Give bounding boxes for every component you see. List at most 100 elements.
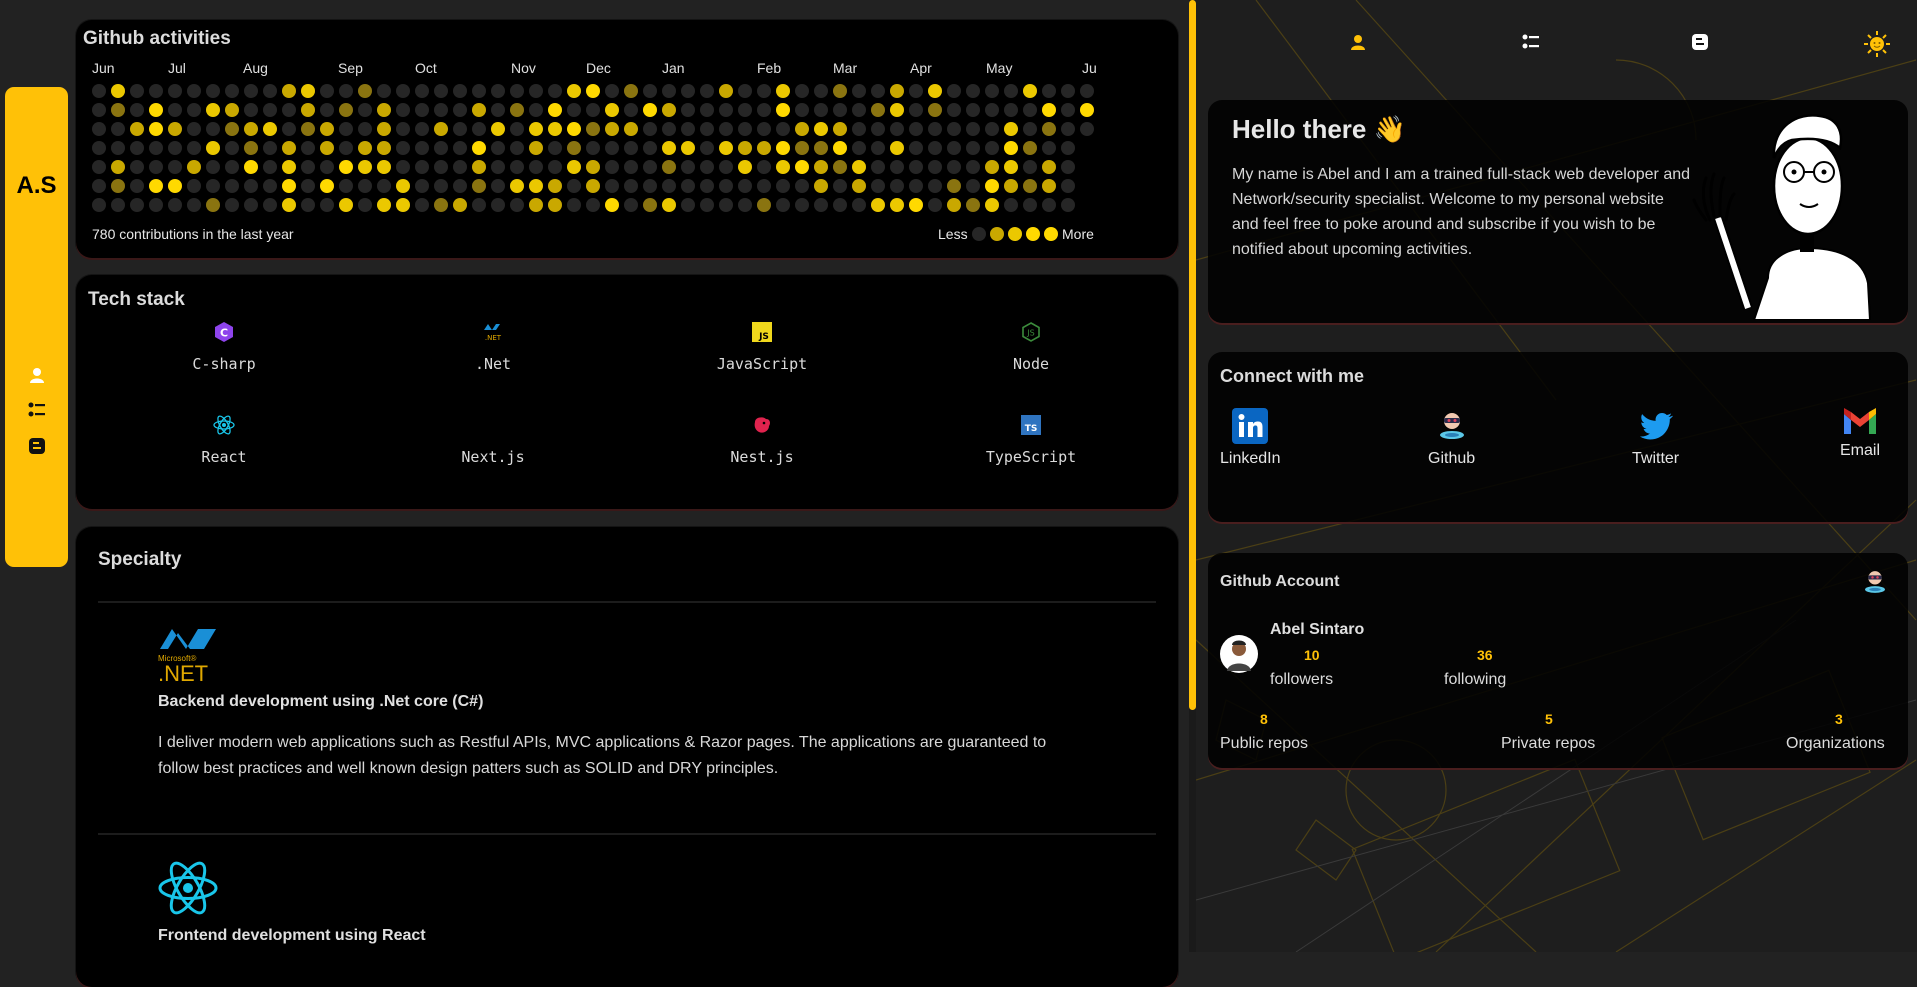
- social-link-github[interactable]: Github: [1428, 408, 1475, 468]
- contribution-day: [244, 198, 258, 212]
- contribution-day: [586, 103, 600, 117]
- contribution-day: [263, 103, 277, 117]
- contribution-day: [681, 84, 695, 98]
- contribution-day: [263, 198, 277, 212]
- contribution-day: [206, 103, 220, 117]
- contribution-day: [320, 103, 334, 117]
- contribution-day: [282, 160, 296, 174]
- contribution-day: [491, 141, 505, 155]
- contribution-day: [92, 103, 106, 117]
- tech-item-dotnet[interactable]: .NET .Net: [393, 319, 593, 373]
- contribution-day: [814, 160, 828, 174]
- sun-icon[interactable]: [1864, 31, 1890, 62]
- contribution-day: [472, 179, 486, 193]
- contribution-day: [225, 122, 239, 136]
- contribution-day: [244, 84, 258, 98]
- github-icon[interactable]: [1860, 567, 1890, 597]
- user-icon[interactable]: [1350, 34, 1366, 55]
- month-label: Feb: [757, 60, 782, 76]
- list-icon[interactable]: [1522, 34, 1540, 55]
- site-logo[interactable]: A.S: [5, 172, 68, 200]
- contribution-day: [1004, 179, 1018, 193]
- social-link-email[interactable]: Email: [1840, 408, 1880, 460]
- contribution-day: [339, 122, 353, 136]
- tech-item-nestjs[interactable]: Nest.js: [662, 412, 862, 466]
- contribution-day: [567, 179, 581, 193]
- contribution-day: [244, 141, 258, 155]
- contribution-day: [814, 141, 828, 155]
- dotnet-logo-text: .NET: [158, 661, 209, 686]
- contribution-day: [966, 179, 980, 193]
- github-username[interactable]: Abel Sintaro: [1270, 621, 1364, 639]
- tech-label: React: [201, 448, 247, 466]
- user-icon[interactable]: [5, 367, 68, 383]
- contribution-day: [491, 84, 505, 98]
- github-account-card: Github Account Abel Sintaro 10 followers…: [1208, 553, 1908, 768]
- contribution-day: [890, 103, 904, 117]
- contribution-day: [320, 122, 334, 136]
- contribution-day: [1042, 179, 1056, 193]
- contribution-day: [453, 84, 467, 98]
- month-label: Nov: [511, 60, 536, 76]
- contribution-day: [529, 160, 543, 174]
- contribution-day: [719, 198, 733, 212]
- contribution-day: [643, 122, 657, 136]
- contribution-day: [453, 103, 467, 117]
- contribution-day: [909, 103, 923, 117]
- contribution-day: [1061, 103, 1075, 117]
- month-label: May: [986, 60, 1013, 76]
- contribution-day: [510, 160, 524, 174]
- contribution-day: [871, 160, 885, 174]
- contribution-day: [624, 103, 638, 117]
- contribution-day: [491, 198, 505, 212]
- contribution-day: [624, 122, 638, 136]
- contribution-day: [662, 141, 676, 155]
- contribution-day: [472, 122, 486, 136]
- contribution-day: [1080, 84, 1094, 98]
- tech-item-nextjs[interactable]: Next.js: [393, 412, 593, 466]
- contribution-day: [966, 84, 980, 98]
- social-link-twitter[interactable]: Twitter: [1632, 408, 1679, 468]
- contribution-day: [909, 122, 923, 136]
- month-label: Jul: [168, 60, 186, 76]
- contribution-day: [738, 84, 752, 98]
- month-label: Ju: [1082, 60, 1097, 76]
- contribution-day: [624, 84, 638, 98]
- legend-dot: [1044, 227, 1058, 241]
- dotnet-icon: .NET: [393, 319, 593, 345]
- tech-item-node[interactable]: JS Node: [931, 319, 1131, 373]
- tech-item-react[interactable]: React: [124, 412, 324, 466]
- blog-icon[interactable]: [5, 438, 68, 454]
- scrollbar-thumb[interactable]: [1189, 0, 1196, 710]
- contribution-day: [871, 84, 885, 98]
- contribution-day: [263, 160, 277, 174]
- contribution-day: [282, 141, 296, 155]
- tech-item-csharp[interactable]: C C-sharp: [124, 319, 324, 373]
- social-link-linkedin[interactable]: LinkedIn: [1220, 408, 1281, 468]
- contribution-day: [757, 103, 771, 117]
- tech-item-typescript[interactable]: TS TypeScript: [931, 412, 1131, 466]
- contribution-day: [947, 122, 961, 136]
- contribution-day: [1023, 122, 1037, 136]
- contribution-day: [1004, 141, 1018, 155]
- contribution-day: [1042, 160, 1056, 174]
- contribution-day: [605, 122, 619, 136]
- contribution-day: [130, 160, 144, 174]
- contribution-day: [586, 160, 600, 174]
- sidebar: A.S: [5, 87, 68, 567]
- list-icon[interactable]: [5, 402, 68, 418]
- tech-item-javascript[interactable]: JS JavaScript: [662, 319, 862, 373]
- contribution-day: [263, 141, 277, 155]
- contribution-day: [472, 160, 486, 174]
- contribution-day: [909, 84, 923, 98]
- contribution-day: [643, 141, 657, 155]
- contribution-day: [149, 160, 163, 174]
- contribution-day: [396, 103, 410, 117]
- contribution-day: [168, 198, 182, 212]
- contribution-day: [301, 122, 315, 136]
- contribution-day: [1004, 84, 1018, 98]
- contribution-day: [662, 198, 676, 212]
- blog-icon[interactable]: [1692, 34, 1708, 55]
- contribution-day: [1042, 84, 1056, 98]
- contribution-day: [415, 141, 429, 155]
